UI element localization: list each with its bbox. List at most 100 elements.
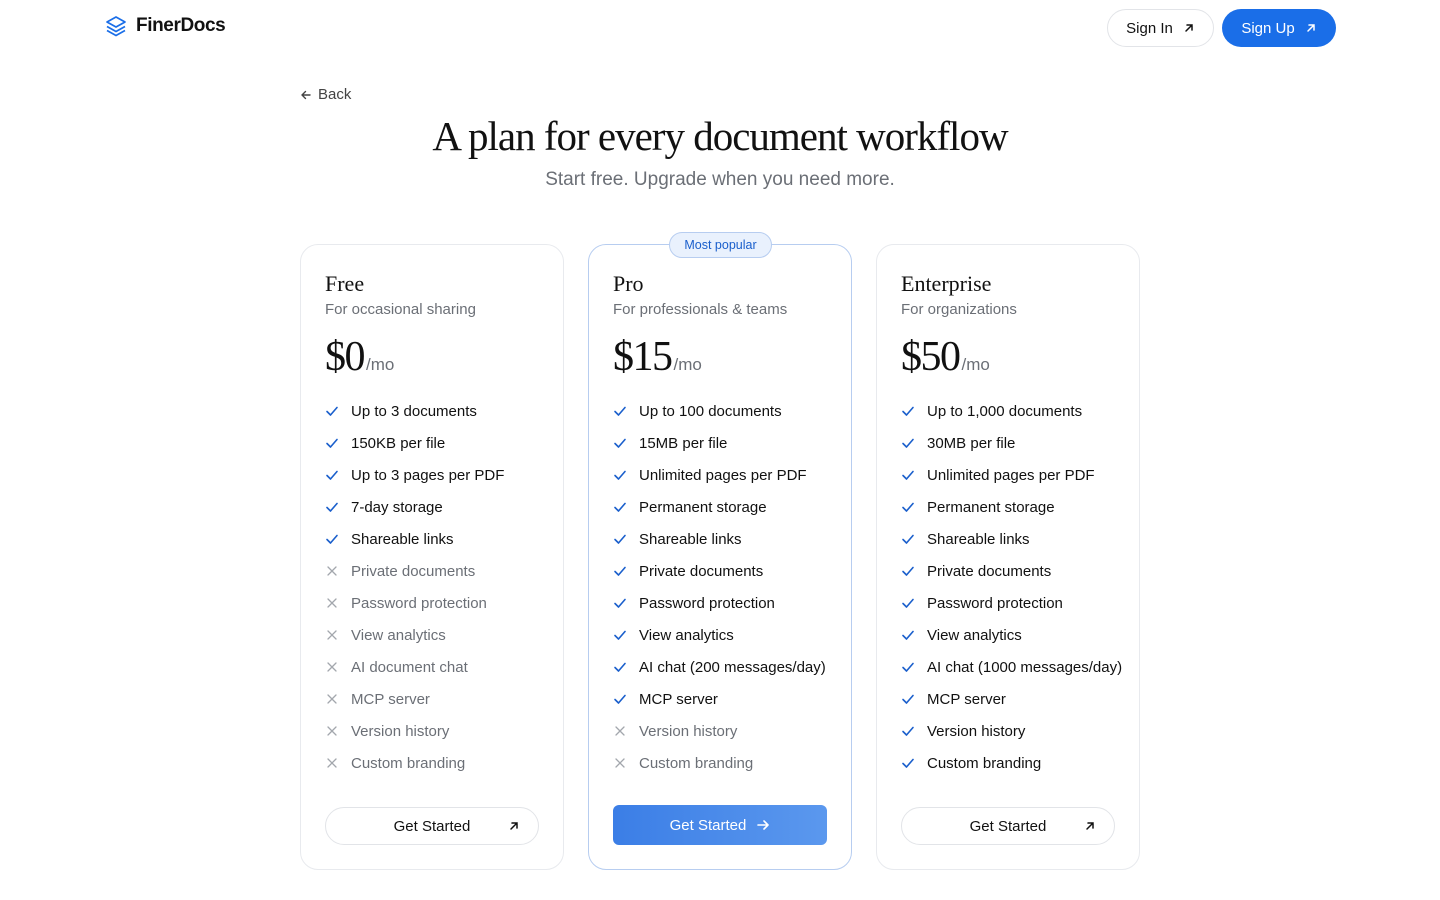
- check-icon: [901, 404, 915, 418]
- check-icon: [613, 500, 627, 514]
- plan-card-pro: Most popular Pro For professionals & tea…: [588, 232, 852, 870]
- check-icon: [613, 596, 627, 610]
- price-amount: $50: [901, 334, 961, 380]
- most-popular-badge: Most popular: [669, 232, 772, 258]
- check-icon: [901, 500, 915, 514]
- plan-card-enterprise: Enterprise For organizations $50 /mo Up …: [876, 244, 1140, 870]
- sign-up-label: Sign Up: [1241, 19, 1295, 37]
- feature-item: Up to 3 documents: [325, 395, 504, 427]
- check-icon: [613, 564, 627, 578]
- feature-text: Permanent storage: [927, 498, 1055, 516]
- feature-text: Permanent storage: [639, 498, 767, 516]
- check-icon: [901, 692, 915, 706]
- feature-text: Private documents: [639, 562, 764, 580]
- feature-text: 7-day storage: [351, 498, 443, 516]
- check-icon: [901, 436, 915, 450]
- arrow-up-right-icon: [1185, 24, 1193, 32]
- feature-text: Shareable links: [351, 530, 454, 548]
- plan-description: For occasional sharing: [325, 301, 476, 318]
- brand-logo[interactable]: FinerDocs: [104, 14, 226, 38]
- feature-text: Up to 3 pages per PDF: [351, 466, 505, 484]
- check-icon: [325, 436, 339, 450]
- get-started-button-pro[interactable]: Get Started: [613, 805, 827, 845]
- check-icon: [901, 596, 915, 610]
- feature-item: Password protection: [325, 587, 504, 619]
- check-icon: [901, 564, 915, 578]
- check-icon: [325, 500, 339, 514]
- check-icon: [901, 756, 915, 770]
- feature-text: AI chat (200 messages/day): [639, 658, 826, 676]
- feature-text: Shareable links: [639, 530, 742, 548]
- x-icon: [325, 564, 339, 578]
- check-icon: [901, 468, 915, 482]
- check-icon: [613, 532, 627, 546]
- layers-icon: [104, 14, 128, 38]
- plan-description: For organizations: [901, 301, 1017, 318]
- check-icon: [325, 468, 339, 482]
- brand-name: FinerDocs: [136, 15, 226, 36]
- feature-item: Up to 1,000 documents: [901, 395, 1122, 427]
- page-subtitle: Start free. Upgrade when you need more.: [545, 169, 895, 190]
- feature-text: Version history: [927, 722, 1026, 740]
- check-icon: [901, 628, 915, 642]
- cta-label: Get Started: [393, 817, 471, 835]
- feature-item: Password protection: [901, 587, 1122, 619]
- price-period: /mo: [366, 355, 395, 374]
- feature-item: AI document chat: [325, 651, 504, 683]
- back-link[interactable]: Back: [300, 86, 351, 103]
- feature-item: 150KB per file: [325, 427, 504, 459]
- feature-text: View analytics: [351, 626, 446, 644]
- cta-label: Get Started: [969, 817, 1047, 835]
- feature-item: View analytics: [901, 619, 1122, 651]
- get-started-button-free[interactable]: Get Started: [325, 807, 539, 845]
- feature-text: Unlimited pages per PDF: [639, 466, 807, 484]
- feature-item: Custom branding: [325, 747, 504, 779]
- feature-item: Private documents: [901, 555, 1122, 587]
- plan-price: $0 /mo: [325, 333, 394, 381]
- feature-text: Private documents: [927, 562, 1052, 580]
- feature-item: Private documents: [325, 555, 504, 587]
- feature-item: Version history: [325, 715, 504, 747]
- plan-name: Enterprise: [901, 271, 992, 296]
- price-period: /mo: [673, 355, 702, 374]
- feature-text: Unlimited pages per PDF: [927, 466, 1095, 484]
- price-amount: $0: [325, 334, 366, 380]
- x-icon: [325, 628, 339, 642]
- x-icon: [613, 724, 627, 738]
- check-icon: [325, 532, 339, 546]
- feature-text: AI chat (1000 messages/day): [927, 658, 1123, 676]
- plan-price: $50 /mo: [901, 333, 990, 381]
- feature-item: Custom branding: [613, 747, 826, 779]
- check-icon: [613, 628, 627, 642]
- arrow-right-icon: [756, 818, 770, 832]
- get-started-button-enterprise[interactable]: Get Started: [901, 807, 1115, 845]
- x-icon: [325, 724, 339, 738]
- feature-text: MCP server: [927, 690, 1006, 708]
- feature-item: Private documents: [613, 555, 826, 587]
- feature-text: Up to 3 documents: [351, 402, 477, 420]
- feature-item: MCP server: [325, 683, 504, 715]
- feature-item: View analytics: [613, 619, 826, 651]
- feature-item: Password protection: [613, 587, 826, 619]
- x-icon: [325, 660, 339, 674]
- check-icon: [613, 404, 627, 418]
- arrow-left-icon: [301, 90, 311, 99]
- x-icon: [325, 756, 339, 770]
- sign-up-button[interactable]: Sign Up: [1222, 9, 1336, 47]
- check-icon: [325, 404, 339, 418]
- check-icon: [613, 660, 627, 674]
- feature-item: Shareable links: [325, 523, 504, 555]
- sign-in-button[interactable]: Sign In: [1107, 9, 1214, 47]
- feature-text: Private documents: [351, 562, 476, 580]
- feature-item: Up to 100 documents: [613, 395, 826, 427]
- plan-description: For professionals & teams: [613, 301, 788, 318]
- cta-label: Get Started: [669, 816, 747, 834]
- feature-text: View analytics: [639, 626, 734, 644]
- feature-item: Unlimited pages per PDF: [613, 459, 826, 491]
- feature-item: Permanent storage: [613, 491, 826, 523]
- feature-text: Custom branding: [927, 754, 1042, 772]
- page-title: A plan for every document workflow: [432, 113, 1008, 159]
- feature-item: View analytics: [325, 619, 504, 651]
- check-icon: [613, 436, 627, 450]
- plan-name: Free: [325, 271, 365, 296]
